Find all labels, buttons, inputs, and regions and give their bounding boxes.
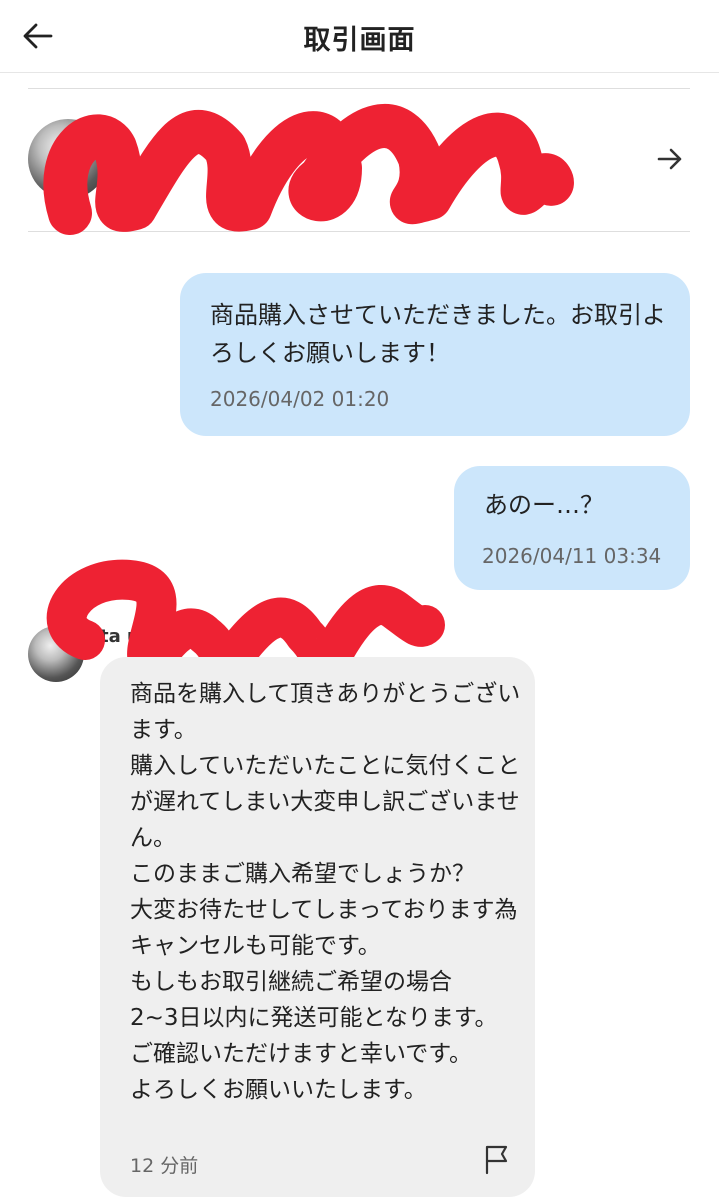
sender-avatar: [28, 626, 84, 682]
sender-name: ta ub 入 読！: [100, 626, 220, 647]
partner-name: [140, 145, 148, 173]
message-text: 商品購入させていただきました。お取引よろしくお願いします！: [210, 301, 666, 367]
partner-profile-card[interactable]: [28, 88, 690, 232]
outgoing-message-2: あのー…？ 2026/04/11 03:34: [454, 466, 690, 590]
partner-avatar: [28, 119, 108, 199]
page-title: 取引画面: [303, 25, 416, 56]
arrow-right-icon: [657, 148, 682, 170]
outgoing-message-1: 商品購入させていただきました。お取引よろしくお願いします！ 2026/04/02…: [180, 273, 690, 436]
incoming-message: 商品を購入して頂きありがとうございます。 購入していただいたことに気付くことが遅…: [100, 657, 535, 1197]
flag-icon[interactable]: [483, 1143, 511, 1175]
top-bar: 取引画面: [0, 0, 719, 73]
message-timestamp: 2026/04/11 03:34: [482, 544, 662, 568]
message-text: あのー…？: [484, 491, 604, 519]
message-timestamp: 2026/04/02 01:20: [210, 387, 390, 411]
open-profile-button[interactable]: [652, 141, 688, 177]
message-timestamp: 12 分前: [130, 1155, 199, 1177]
message-text: 商品を購入して頂きありがとうございます。 購入していただいたことに気付くことが遅…: [130, 681, 521, 1103]
